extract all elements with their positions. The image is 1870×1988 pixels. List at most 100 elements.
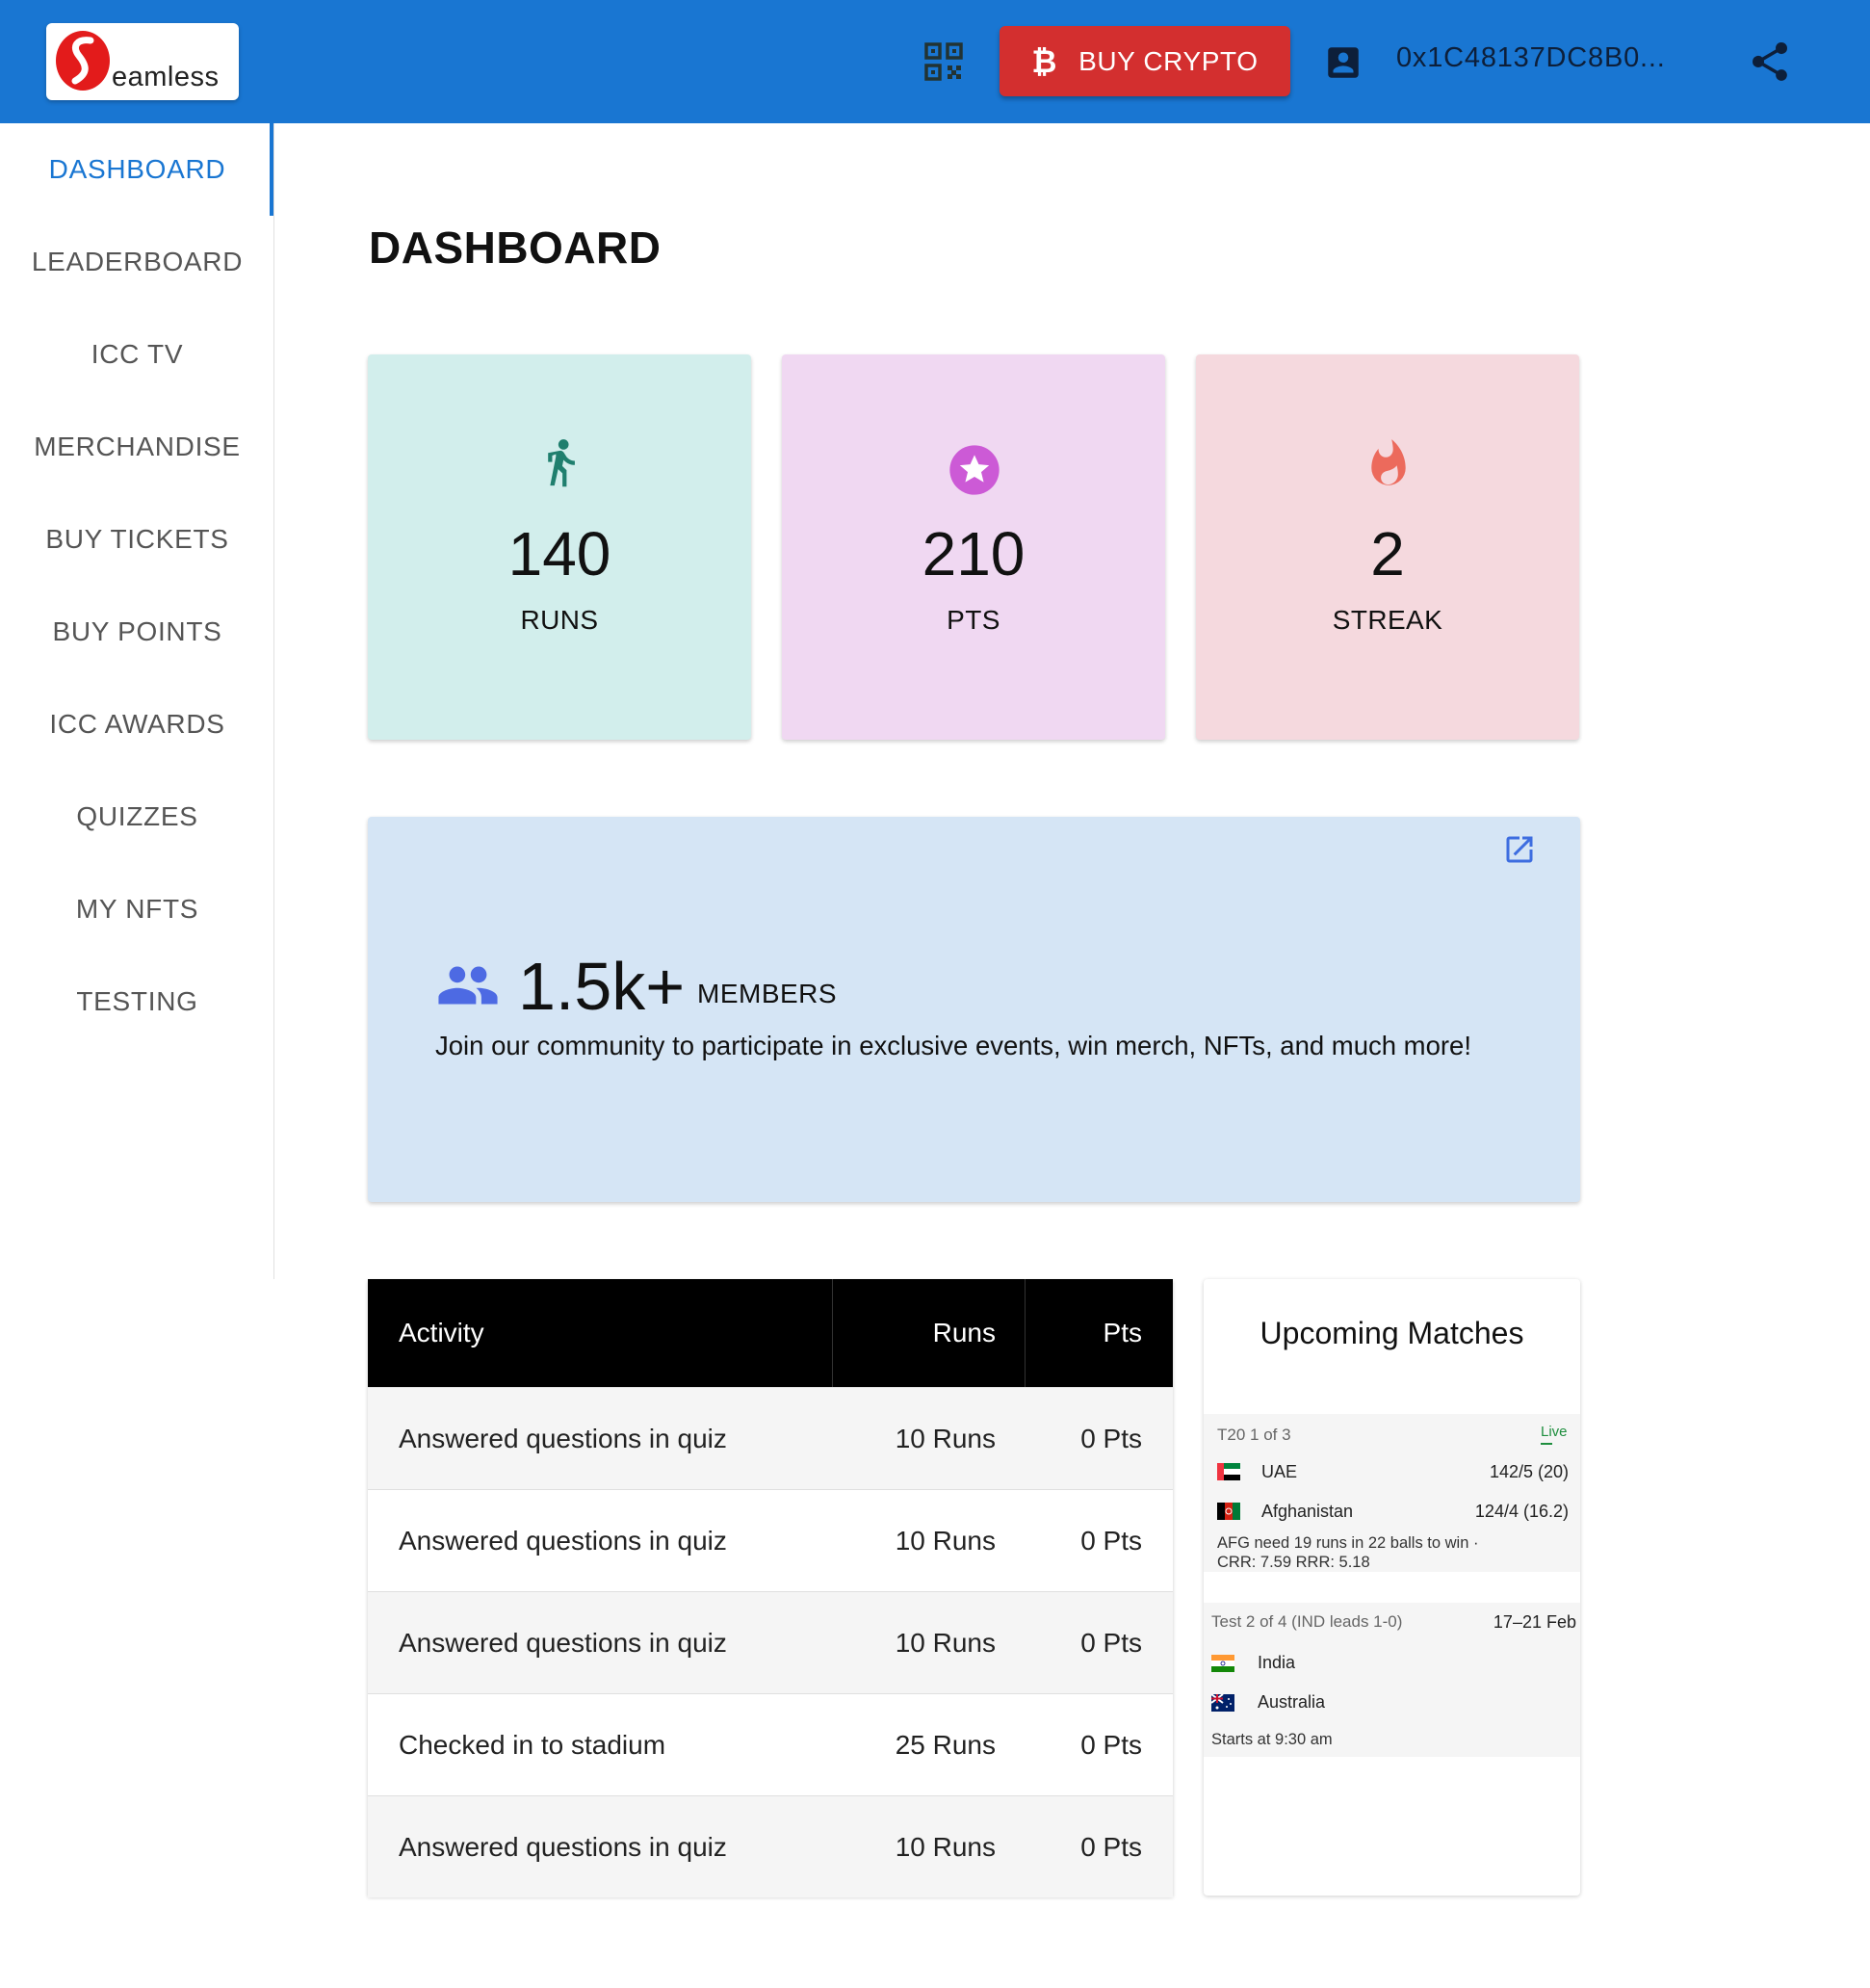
sidebar-nav: DASHBOARD LEADERBOARD ICC TV MERCHANDISE…: [0, 123, 274, 1279]
sidebar-item-label: DASHBOARD: [48, 154, 226, 184]
table-row: Answered questions in quiz 10 Runs 0 Pts: [368, 1795, 1173, 1897]
runs-stat-card: 140 RUNS: [368, 354, 751, 740]
sidebar-item-label: MERCHANDISE: [34, 432, 241, 461]
logo-text: eamless: [112, 62, 220, 92]
sidebar-item-icc-awards[interactable]: ICC AWARDS: [0, 678, 274, 771]
upcoming-matches-title: Upcoming Matches: [1260, 1316, 1524, 1350]
sidebar-item-icc-tv[interactable]: ICC TV: [0, 308, 274, 401]
active-tab-indicator: [270, 123, 273, 216]
column-header-runs[interactable]: Runs: [933, 1279, 996, 1387]
table-row: Checked in to stadium 25 Runs 0 Pts: [368, 1693, 1173, 1795]
sidebar-item-leaderboard[interactable]: LEADERBOARD: [0, 216, 274, 308]
sidebar-item-quizzes[interactable]: QUIZZES: [0, 771, 274, 863]
activity-cell: Answered questions in quiz: [399, 1832, 727, 1862]
community-card[interactable]: 1.5k+ MEMBERS Join our community to part…: [368, 817, 1580, 1202]
members-label: MEMBERS: [697, 979, 838, 1008]
table-row: Answered questions in quiz 10 Runs 0 Pts: [368, 1591, 1173, 1693]
open-in-new-icon[interactable]: [1502, 832, 1537, 867]
column-divider: [832, 1279, 833, 1387]
team-score: 142/5 (20): [1489, 1462, 1569, 1481]
column-header-activity[interactable]: Activity: [399, 1279, 484, 1387]
runs-cell: 10 Runs: [895, 1832, 996, 1862]
activity-cell: Answered questions in quiz: [399, 1628, 727, 1658]
page-title: DASHBOARD: [369, 222, 662, 273]
match-card-upcoming[interactable]: Test 2 of 4 (IND leads 1-0) 17–21 Feb In…: [1204, 1603, 1580, 1757]
sidebar-item-my-nfts[interactable]: MY NFTS: [0, 863, 274, 955]
match-card-live[interactable]: T20 1 of 3 Live UAE 142/5 (20) Afghanist…: [1204, 1414, 1580, 1572]
wallet-address[interactable]: 0x1C48137DC8B0...: [1396, 42, 1666, 74]
column-divider: [1025, 1279, 1026, 1387]
sidebar-item-label: QUIZZES: [76, 801, 198, 831]
pts-cell: 0 Pts: [1080, 1526, 1142, 1556]
streak-label: STREAK: [1332, 605, 1443, 635]
share-icon[interactable]: [1747, 39, 1793, 85]
community-description: Join our community to participate in exc…: [435, 1031, 1471, 1060]
pts-cell: 0 Pts: [1080, 1628, 1142, 1658]
sidebar-item-buy-points[interactable]: BUY POINTS: [0, 586, 274, 678]
runs-cell: 10 Runs: [895, 1424, 996, 1453]
streak-value: 2: [1370, 519, 1405, 589]
sidebar-item-label: LEADERBOARD: [31, 247, 244, 276]
team-name: India: [1258, 1653, 1296, 1672]
sidebar-item-dashboard[interactable]: DASHBOARD: [0, 123, 274, 216]
sidebar-item-buy-tickets[interactable]: BUY TICKETS: [0, 493, 274, 586]
table-row: Answered questions in quiz 10 Runs 0 Pts: [368, 1489, 1173, 1591]
india-flag-icon: [1211, 1655, 1234, 1672]
sidebar-item-label: ICC TV: [91, 339, 184, 369]
runs-label: RUNS: [520, 605, 599, 635]
table-header: Activity Runs Pts: [368, 1279, 1173, 1387]
upcoming-matches-card: Upcoming Matches T20 1 of 3 Live UAE 142…: [1204, 1279, 1580, 1896]
members-count: 1.5k+: [518, 949, 686, 1024]
group-icon: [435, 961, 501, 1009]
streak-stat-card: 2 STREAK: [1196, 354, 1579, 740]
sidebar-item-merchandise[interactable]: MERCHANDISE: [0, 401, 274, 493]
pts-cell: 0 Pts: [1080, 1730, 1142, 1760]
runs-cell: 10 Runs: [895, 1628, 996, 1658]
points-label: PTS: [947, 605, 1000, 635]
star-circle-icon: [949, 443, 1000, 505]
activity-table: Activity Runs Pts Answered questions in …: [368, 1279, 1173, 1897]
buy-crypto-label: BUY CRYPTO: [1078, 45, 1259, 76]
sidebar-item-label: TESTING: [76, 986, 198, 1016]
live-indicator: [1541, 1443, 1552, 1445]
points-value: 210: [922, 519, 1026, 589]
team-name: Afghanistan: [1261, 1502, 1354, 1521]
activity-cell: Answered questions in quiz: [399, 1424, 727, 1453]
fire-icon: [1364, 437, 1414, 499]
qr-scan-icon[interactable]: [921, 39, 967, 85]
match-start-time: Starts at 9:30 am: [1211, 1731, 1333, 1748]
pts-cell: 0 Pts: [1080, 1424, 1142, 1453]
column-header-pts[interactable]: Pts: [1104, 1279, 1142, 1387]
sidebar-item-label: BUY POINTS: [52, 616, 222, 646]
match-note-line: CRR: 7.59 RRR: 5.18: [1217, 1554, 1370, 1571]
sidebar-item-testing[interactable]: TESTING: [0, 955, 274, 1048]
brand-logo[interactable]: eamless: [46, 23, 239, 100]
runs-value: 140: [507, 519, 611, 589]
bitcoin-icon: ₿: [1031, 42, 1058, 80]
match-series-info: T20 1 of 3: [1217, 1426, 1291, 1444]
pts-cell: 0 Pts: [1080, 1832, 1142, 1862]
match-status-note: AFG need 19 runs in 22 balls to win · CR…: [1217, 1533, 1478, 1572]
afghanistan-flag-icon: [1217, 1503, 1240, 1520]
australia-flag-icon: [1211, 1694, 1234, 1712]
match-dates: 17–21 Feb: [1493, 1612, 1576, 1632]
run-icon: [535, 437, 585, 499]
seamless-logo-mark: [56, 31, 110, 91]
uae-flag-icon: [1217, 1463, 1240, 1480]
runs-cell: 10 Runs: [895, 1526, 996, 1556]
match-note-line: AFG need 19 runs in 22 balls to win ·: [1217, 1534, 1479, 1552]
sidebar-item-label: ICC AWARDS: [49, 709, 225, 739]
table-row: Answered questions in quiz 10 Runs 0 Pts: [368, 1387, 1173, 1489]
activity-cell: Answered questions in quiz: [399, 1526, 727, 1556]
app-header: eamless ₿ BUY CRYPTO 0x1C48137DC8B0...: [0, 0, 1870, 123]
live-badge: Live: [1541, 1424, 1568, 1440]
sidebar-item-label: BUY TICKETS: [45, 524, 229, 554]
team-score: 124/4 (16.2): [1474, 1502, 1569, 1521]
account-box-icon[interactable]: [1323, 42, 1364, 83]
activity-cell: Checked in to stadium: [399, 1730, 666, 1760]
runs-cell: 25 Runs: [895, 1730, 996, 1760]
team-name: Australia: [1258, 1692, 1326, 1712]
match-series-info: Test 2 of 4 (IND leads 1-0): [1211, 1612, 1403, 1631]
points-stat-card: 210 PTS: [782, 354, 1165, 740]
buy-crypto-button[interactable]: ₿ BUY CRYPTO: [1000, 26, 1290, 96]
